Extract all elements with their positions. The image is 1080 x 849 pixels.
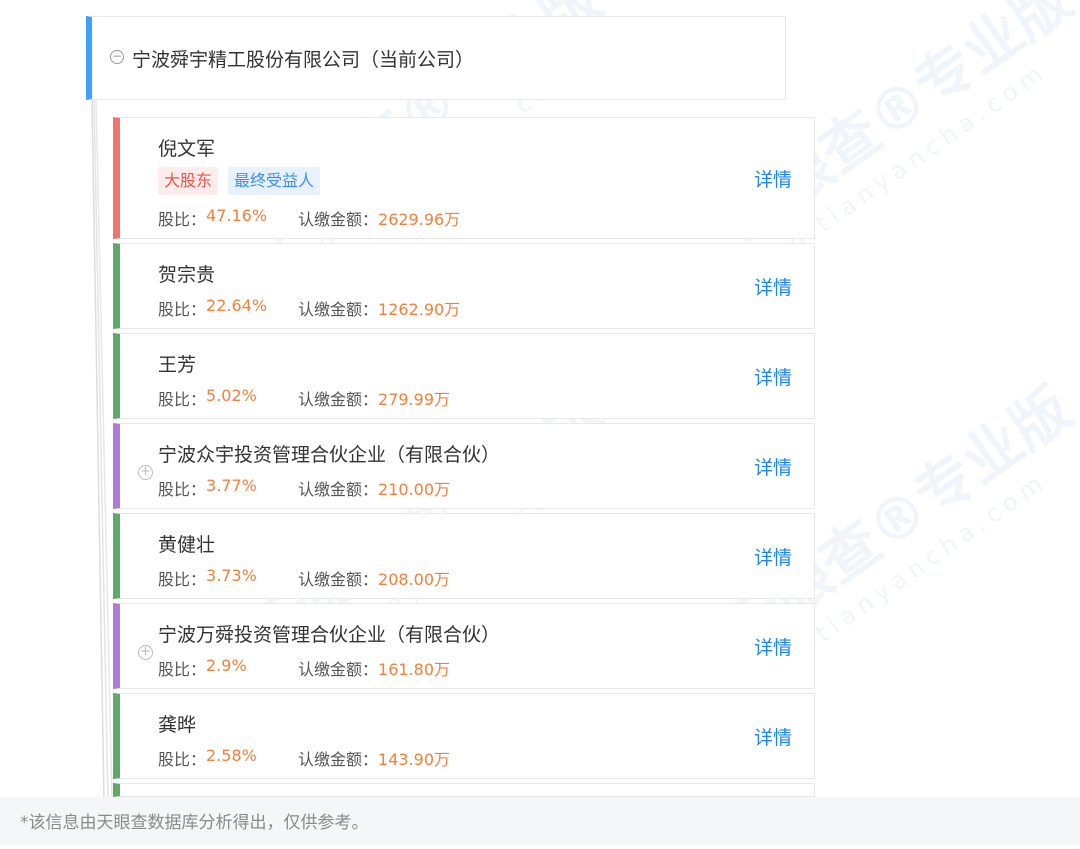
amount-value: 279.99万 [378, 390, 451, 409]
shareholder-stats: 股比： 2.58% 认缴金额： 143.90万 [158, 746, 450, 770]
amount-value: 210.00万 [378, 480, 451, 499]
shareholder-stats: 股比： 2.9% 认缴金额： 161.80万 [158, 656, 450, 680]
amount-label: 认缴金额： [298, 300, 379, 319]
amount-label: 认缴金额： [298, 210, 379, 229]
amount-label: 认缴金额： [298, 570, 379, 589]
shareholder-row: 黄健壮 股比： 3.73% 认缴金额： 208.00万 详情 [113, 513, 815, 599]
share-label: 股比： [158, 480, 207, 499]
shareholder-row: + 宁波众宇投资管理合伙企业（有限合伙） 股比： 3.77% 认缴金额： 210.00万详… [113, 423, 815, 509]
shareholder-name[interactable]: 宁波万舜投资管理合伙企业（有限合伙） [158, 620, 500, 647]
subscribed-amount: 认缴金额： 208.00万 [298, 566, 450, 590]
share-label: 股比： [158, 210, 207, 229]
amount-value: 1262.90万 [378, 300, 461, 319]
amount-label: 认缴金额： [298, 480, 379, 499]
shareholder-name[interactable]: 龚晔 [158, 710, 196, 737]
expand-icon[interactable]: + [138, 465, 153, 480]
detail-link[interactable]: 详情 [754, 165, 792, 192]
share-ratio: 股比： 2.58% [158, 746, 298, 770]
share-ratio: 股比： 3.73% [158, 566, 298, 590]
shareholder-stats: 股比： 5.02% 认缴金额： 279.99万 [158, 386, 450, 410]
expand-icon[interactable]: + [138, 645, 153, 660]
shareholder-name[interactable]: 贺宗贵 [158, 260, 215, 287]
shareholder-name[interactable]: 王芳 [158, 350, 196, 377]
share-ratio: 股比： 3.77% [158, 476, 298, 500]
detail-link[interactable]: 详情 [754, 723, 792, 750]
subscribed-amount: 认缴金额： 279.99万 [298, 386, 450, 410]
share-ratio: 股比： 22.64% [158, 296, 298, 320]
beneficiary-badge: 最终受益人 [228, 167, 321, 195]
share-ratio: 股比： 5.02% [158, 386, 298, 410]
shareholder-name[interactable]: 倪文军 [158, 134, 215, 161]
detail-link[interactable]: 详情 [754, 363, 792, 390]
subscribed-amount: 认缴金额： 210.00万 [298, 476, 450, 500]
amount-value: 208.00万 [378, 570, 451, 589]
share-label: 股比： [158, 660, 207, 679]
share-value: 2.58% [206, 746, 257, 765]
root-company-title: 宁波舜宇精工股份有限公司（当前公司） [132, 49, 475, 71]
collapse-icon[interactable]: − [110, 50, 124, 64]
share-label: 股比： [158, 390, 207, 409]
detail-link[interactable]: 详情 [754, 633, 792, 660]
subscribed-amount: 认缴金额： 2629.96万 [298, 206, 460, 230]
major-shareholder-badge: 大股东 [158, 167, 219, 195]
share-ratio: 股比： 47.16% [158, 206, 298, 230]
shareholder-name[interactable]: 黄健壮 [158, 530, 215, 557]
share-label: 股比： [158, 750, 207, 769]
detail-link[interactable]: 详情 [754, 543, 792, 570]
detail-link[interactable]: 详情 [754, 453, 792, 480]
share-label: 股比： [158, 300, 207, 319]
share-value: 22.64% [206, 296, 268, 315]
subscribed-amount: 认缴金额： 161.80万 [298, 656, 450, 680]
share-ratio: 股比： 2.9% [158, 656, 298, 680]
shareholder-name[interactable]: 宁波众宇投资管理合伙企业（有限合伙） [158, 440, 500, 467]
tag-group: 大股东 最终受益人 [158, 167, 321, 195]
detail-link[interactable]: 详情 [754, 273, 792, 300]
shareholder-stats: 股比： 47.16% 认缴金额： 2629.96万 [158, 206, 460, 230]
amount-value: 143.90万 [378, 750, 451, 769]
shareholder-row: 倪文军 大股东 最终受益人 股比： 47.16% 认缴金额： 2629.96万 详情 [113, 117, 815, 239]
subscribed-amount: 认缴金额： 143.90万 [298, 746, 450, 770]
share-value: 47.16% [206, 206, 268, 225]
shareholder-row: 龚晔 股比： 2.58% 认缴金额： 143.90万 详情 [113, 693, 815, 779]
amount-label: 认缴金额： [298, 750, 379, 769]
shareholder-row: + 宁波万舜投资管理合伙企业（有限合伙） 股比： 2.9% 认缴金额： 161.80万 详情 [113, 603, 815, 689]
amount-label: 认缴金额： [298, 660, 379, 679]
shareholder-stats: 股比： 3.77% 认缴金额： 210.00万 [158, 476, 450, 500]
share-value: 3.77% [206, 476, 257, 495]
shareholder-row-partial [113, 783, 815, 797]
shareholder-stats: 股比： 3.73% 认缴金额： 208.00万 [158, 566, 450, 590]
shareholder-stats: 股比： 22.64% 认缴金额： 1262.90万 [158, 296, 460, 320]
share-value: 5.02% [206, 386, 257, 405]
amount-value: 161.80万 [378, 660, 451, 679]
shareholder-row: 贺宗贵 股比： 22.64% 认缴金额： 1262.90万 详情 [113, 243, 815, 329]
share-value: 3.73% [206, 566, 257, 585]
share-label: 股比： [158, 570, 207, 589]
shareholder-row: 王芳 股比： 5.02% 认缴金额： 279.99万 详情 [113, 333, 815, 419]
amount-value: 2629.96万 [378, 210, 461, 229]
root-company-card: − 宁波舜宇精工股份有限公司（当前公司） [86, 16, 786, 100]
footer-note: *该信息由天眼查数据库分析得出，仅供参考。 [0, 797, 1080, 845]
amount-label: 认缴金额： [298, 390, 379, 409]
subscribed-amount: 认缴金额： 1262.90万 [298, 296, 460, 320]
share-value: 2.9% [206, 656, 247, 675]
